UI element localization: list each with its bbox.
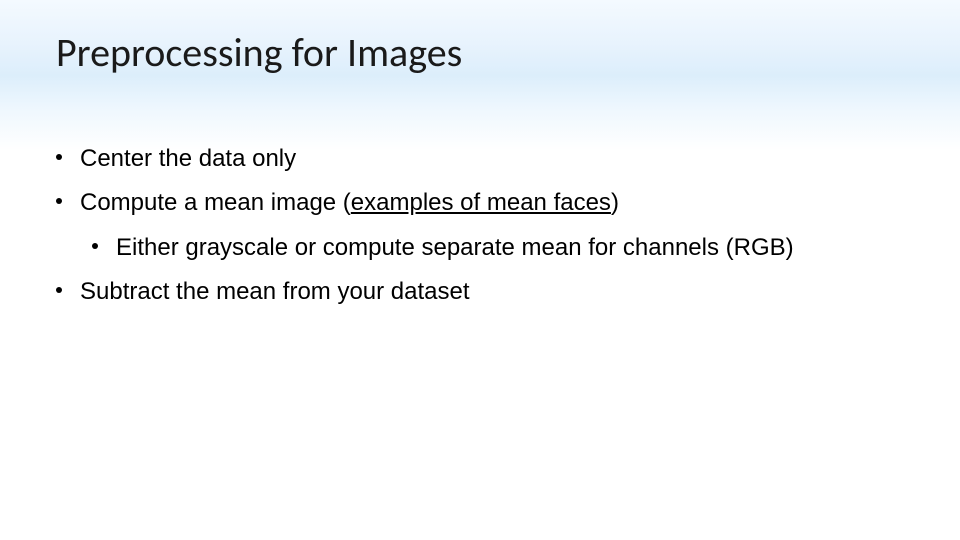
bullet-suffix: ) [611,189,619,216]
bullet-item: Center the data only [56,140,904,178]
bullet-icon [56,198,62,204]
bullet-item: Compute a mean image (examples of mean f… [56,184,904,222]
bullet-item: Either grayscale or compute separate mea… [56,229,904,267]
mean-faces-link[interactable]: examples of mean faces [351,189,611,216]
bullet-text: Center the data only [80,140,904,178]
bullet-text: Subtract the mean from your dataset [80,273,904,311]
slide-title: Preprocessing for Images [56,28,462,77]
bullet-icon [92,243,98,249]
slide: Preprocessing for Images Center the data… [0,0,960,540]
bullet-text: Compute a mean image (examples of mean f… [80,184,904,222]
slide-content: Center the data only Compute a mean imag… [56,140,904,318]
bullet-text: Either grayscale or compute separate mea… [116,229,904,267]
bullet-icon [56,154,62,160]
bullet-prefix: Compute a mean image ( [80,189,351,216]
bullet-item: Subtract the mean from your dataset [56,273,904,311]
bullet-icon [56,287,62,293]
